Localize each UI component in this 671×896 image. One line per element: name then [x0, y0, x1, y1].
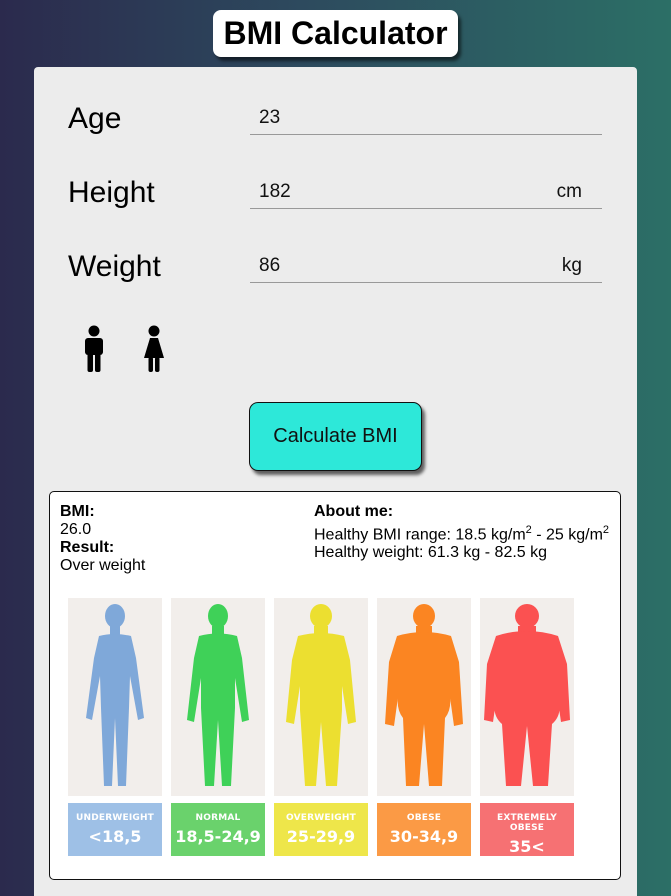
- weight-field[interactable]: 86 kg: [250, 251, 602, 283]
- height-field[interactable]: 182 cm: [250, 177, 602, 209]
- underweight-body-icon: [86, 604, 144, 786]
- about-me: About me: Healthy BMI range: 18.5 kg/m2 …: [314, 503, 609, 562]
- height-label: Height: [68, 176, 155, 209]
- female-icon[interactable]: [142, 325, 166, 373]
- about-label: About me:: [314, 503, 394, 520]
- category-name: OVERWEIGHT: [286, 813, 356, 823]
- bmi-value: 26.0: [60, 521, 92, 538]
- obese-body-icon: [385, 604, 463, 786]
- category-normal: NORMAL 18,5-24,9: [171, 598, 265, 856]
- category-name: NORMAL: [195, 813, 241, 823]
- weight-value: 86: [259, 255, 281, 276]
- category-name: OBESE: [406, 813, 442, 823]
- normal-body-icon: [187, 604, 249, 786]
- category-overweight: OVERWEIGHT 25-29,9: [274, 598, 368, 856]
- healthy-weight-range: Healthy weight: 61.3 kg - 82.5 kg: [314, 544, 548, 562]
- age-field[interactable]: 23: [250, 103, 602, 135]
- category-range: 18,5-24,9: [175, 827, 261, 846]
- male-icon[interactable]: [82, 325, 106, 373]
- calculator-panel: Age 23 Height 182 cm Weight 86 kg Calcul…: [34, 67, 637, 896]
- category-range: 25-29,9: [286, 827, 356, 846]
- extremely-obese-body-icon: [484, 604, 570, 786]
- height-unit: cm: [556, 181, 582, 202]
- bmi-label: BMI:: [60, 503, 95, 520]
- age-value: 23: [259, 107, 281, 128]
- result-label: Result:: [60, 539, 115, 556]
- category-name: UNDERWEIGHT: [75, 813, 155, 823]
- category-name: EXTREMELY OBESE: [496, 813, 558, 833]
- category-underweight: UNDERWEIGHT <18,5: [68, 598, 162, 856]
- weight-unit: kg: [561, 255, 582, 276]
- category-obese: OBESE 30-34,9: [377, 598, 471, 856]
- bmi-summary: BMI: 26.0 Result: Over weight: [60, 503, 145, 575]
- app-title: BMI Calculator: [213, 10, 458, 57]
- healthy-bmi-range: Healthy BMI range: 18.5 kg/m2 - 25 kg/m2: [314, 524, 610, 544]
- result-value: Over weight: [60, 557, 146, 574]
- category-extremely-obese: EXTREMELY OBESE 35<: [480, 598, 574, 856]
- age-label: Age: [68, 102, 122, 135]
- category-range: 30-34,9: [389, 827, 459, 846]
- weight-label: Weight: [68, 250, 161, 283]
- height-value: 182: [259, 181, 291, 202]
- calculate-bmi-button[interactable]: Calculate BMI: [249, 402, 422, 471]
- overweight-body-icon: [286, 604, 356, 786]
- category-range: <18,5: [88, 827, 142, 846]
- result-box: BMI: 26.0 Result: Over weight About me: …: [49, 491, 621, 880]
- category-range: 35<: [509, 837, 545, 856]
